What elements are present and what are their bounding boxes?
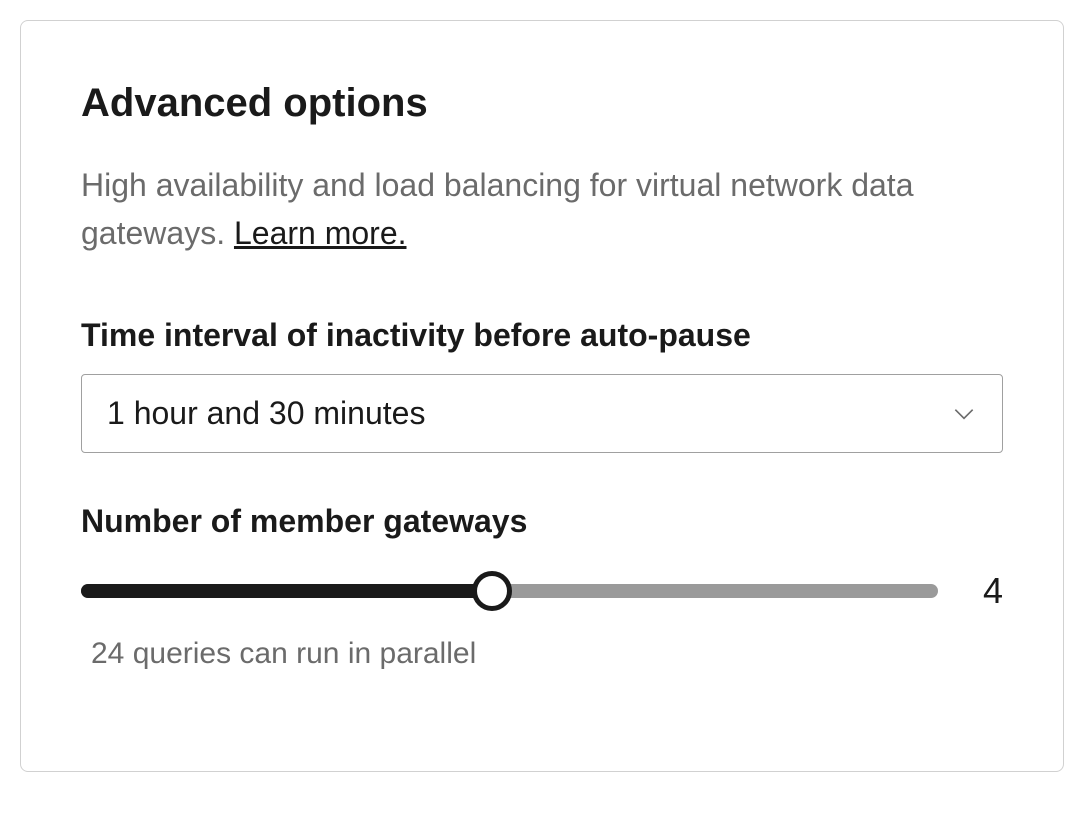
card-title: Advanced options <box>81 81 1003 126</box>
time-interval-label: Time interval of inactivity before auto-… <box>81 317 1003 354</box>
chevron-down-icon <box>951 401 977 427</box>
slider-row: 4 <box>81 560 1003 612</box>
time-interval-value: 1 hour and 30 minutes <box>107 395 951 432</box>
member-gateways-field: Number of member gateways 4 24 queries c… <box>81 503 1003 671</box>
advanced-options-card: Advanced options High availability and l… <box>20 20 1064 772</box>
slider-fill <box>81 584 492 598</box>
time-interval-dropdown[interactable]: 1 hour and 30 minutes <box>81 374 1003 453</box>
time-interval-field: Time interval of inactivity before auto-… <box>81 317 1003 453</box>
member-gateways-label: Number of member gateways <box>81 503 1003 540</box>
description-text: High availability and load balancing for… <box>81 167 913 251</box>
learn-more-link[interactable]: Learn more. <box>234 215 407 251</box>
card-description: High availability and load balancing for… <box>81 161 1003 257</box>
member-gateways-slider[interactable] <box>81 584 938 598</box>
slider-thumb[interactable] <box>472 571 512 611</box>
member-gateways-value: 4 <box>973 570 1003 612</box>
member-gateways-helper: 24 queries can run in parallel <box>91 637 1003 671</box>
